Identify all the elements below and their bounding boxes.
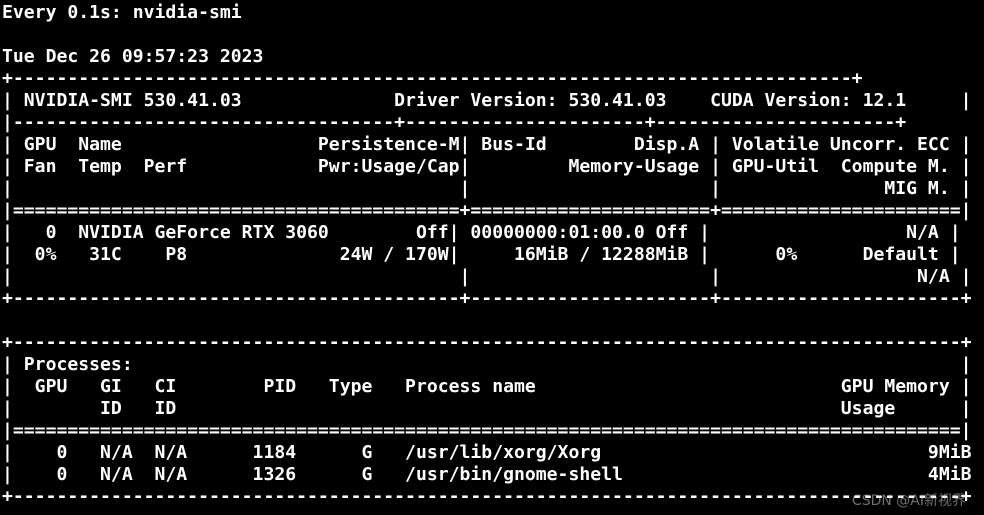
process-table-border-top: +---------------------------------------… xyxy=(2,332,972,353)
gpu-row-2: | 0% 31C P8 24W / 170W| 16MiB / 12288MiB… xyxy=(2,244,961,265)
process-header-row-2: | ID ID Usage | xyxy=(2,398,972,419)
process-table-double-separator: |=======================================… xyxy=(2,420,972,441)
gpu-row-1: | 0 NVIDIA GeForce RTX 3060 Off| 0000000… xyxy=(2,222,961,243)
gpu-row-3: | | | N/A | xyxy=(2,266,972,287)
process-row: | 0 N/A N/A 1184 G /usr/lib/xorg/Xorg 9M… xyxy=(2,442,984,463)
watch-command-line: Every 0.1s: nvidia-smi xyxy=(2,2,242,23)
terminal-output: Every 0.1s: nvidia-smi Tue Dec 26 09:57:… xyxy=(2,2,984,508)
gpu-table-double-separator: |=======================================… xyxy=(2,200,972,221)
gpu-version-line: | NVIDIA-SMI 530.41.03 Driver Version: 5… xyxy=(2,90,972,111)
gpu-header-row-1: | GPU Name Persistence-M| Bus-Id Disp.A … xyxy=(2,134,972,155)
process-table-border-bottom: +---------------------------------------… xyxy=(2,486,972,507)
gpu-table-separator: |-----------------------------------+---… xyxy=(2,112,907,133)
gpu-header-row-3: | | | MIG M. | xyxy=(2,178,972,199)
process-title-row: | Processes: | xyxy=(2,354,972,375)
gpu-table-border-bottom: +---------------------------------------… xyxy=(2,288,972,309)
process-header-row-1: | GPU GI CI PID Type Process name GPU Me… xyxy=(2,376,972,397)
process-row: | 0 N/A N/A 1326 G /usr/bin/gnome-shell … xyxy=(2,464,984,485)
timestamp-line: Tue Dec 26 09:57:23 2023 xyxy=(2,46,264,67)
gpu-header-row-2: | Fan Temp Perf Pwr:Usage/Cap| Memory-Us… xyxy=(2,156,972,177)
watermark: CSDN @AI新视界 xyxy=(851,493,966,509)
gpu-table-border-top: +---------------------------------------… xyxy=(2,68,863,89)
